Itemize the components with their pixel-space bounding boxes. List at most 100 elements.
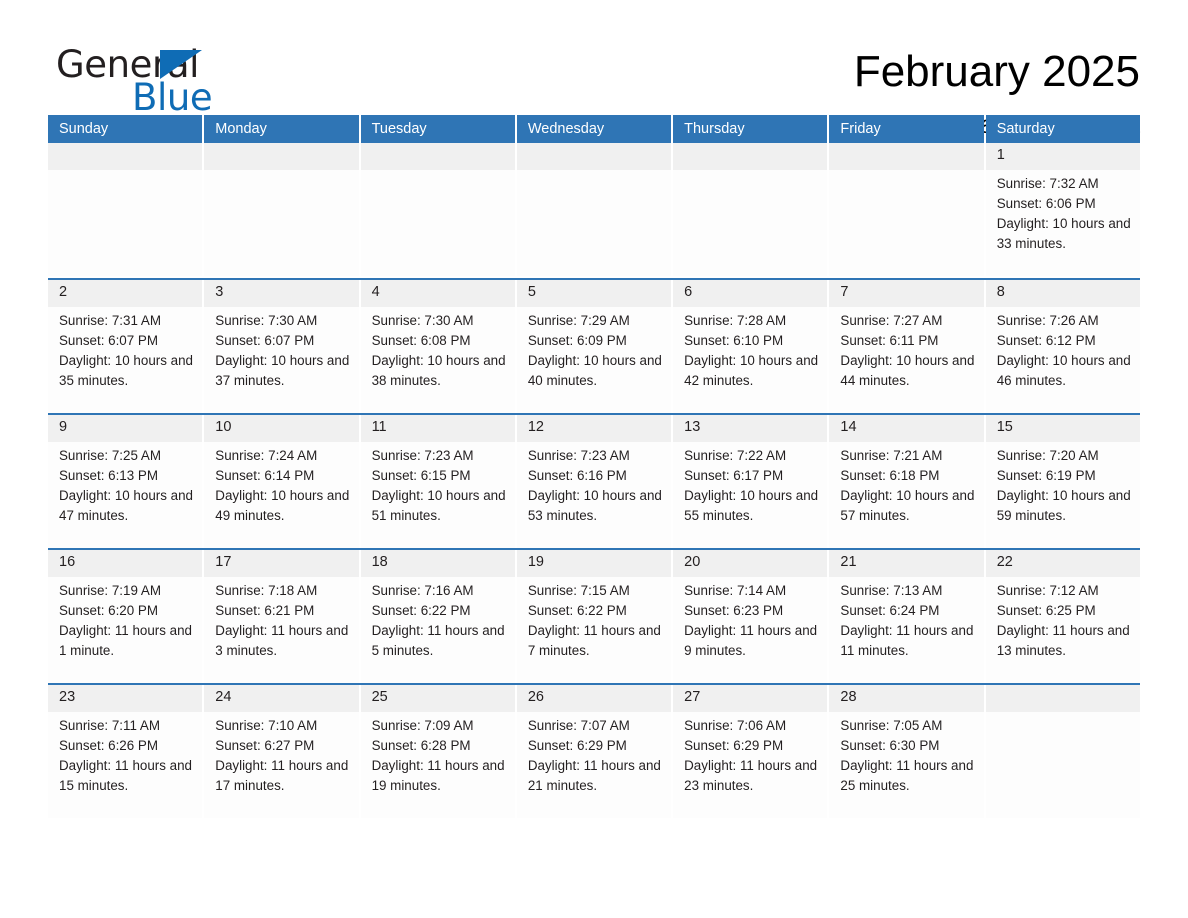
day-details: Sunrise: 7:28 AM Sunset: 6:10 PM Daylight:…	[673, 307, 827, 391]
day-cell-empty	[48, 143, 203, 276]
day-number: 22	[985, 550, 1140, 577]
sunrise-text: Sunrise: 7:12 AM	[996, 583, 1099, 598]
day-cell-empty	[673, 143, 828, 276]
sunset-text: Sunset: 6:19 PM	[996, 468, 1096, 483]
daylight-text: Daylight: 11 hours and 9 minutes.	[684, 623, 818, 658]
page-header: General Blue February 2025 Az Zabadani, …	[0, 0, 1188, 139]
day-cell[interactable]: 25 Sunrise: 7:09 AM Sunset: 6:28 PM Dayligh…	[360, 685, 515, 818]
sunrise-text: Sunrise: 7:11 AM	[59, 718, 160, 733]
day-cell[interactable]: 13 Sunrise: 7:22 AM Sunset: 6:17 PM Dayligh…	[673, 415, 828, 548]
day-cell[interactable]: 9 Sunrise: 7:25 AM Sunset: 6:13 PM Daylight…	[48, 415, 203, 548]
day-cell[interactable]: 3 Sunrise: 7:30 AM Sunset: 6:07 PM Daylight…	[204, 280, 359, 413]
day-cell[interactable]: 18 Sunrise: 7:16 AM Sunset: 6:22 PM Dayligh…	[360, 550, 515, 683]
day-cell[interactable]: 22 Sunrise: 7:12 AM Sunset: 6:25 PM Dayligh…	[985, 550, 1140, 683]
day-number: 9	[48, 415, 203, 442]
daylight-text: Daylight: 10 hours and 49 minutes.	[215, 488, 350, 523]
sunset-text: Sunset: 6:20 PM	[59, 603, 158, 618]
day-cell[interactable]: 4 Sunrise: 7:30 AM Sunset: 6:08 PM Daylight…	[360, 280, 515, 413]
day-details: Sunrise: 7:20 AM Sunset: 6:19 PM Daylight:…	[986, 442, 1140, 526]
day-cell[interactable]: 27 Sunrise: 7:06 AM Sunset: 6:29 PM Dayligh…	[673, 685, 828, 818]
day-cell[interactable]: 24 Sunrise: 7:10 AM Sunset: 6:27 PM Dayligh…	[204, 685, 359, 818]
day-number: 20	[673, 550, 828, 577]
day-number: 4	[360, 280, 515, 307]
day-number: 28	[829, 685, 984, 712]
sunset-text: Sunset: 6:26 PM	[59, 738, 158, 753]
day-details: Sunrise: 7:07 AM Sunset: 6:29 PM Daylight:…	[517, 712, 671, 796]
daylight-text: Daylight: 10 hours and 37 minutes.	[215, 353, 350, 388]
day-number: 23	[48, 685, 203, 712]
day-cell[interactable]: 14 Sunrise: 7:21 AM Sunset: 6:18 PM Dayligh…	[829, 415, 984, 548]
sunset-text: Sunset: 6:27 PM	[215, 738, 315, 753]
day-cell[interactable]: 12 Sunrise: 7:23 AM Sunset: 6:16 PM Dayligh…	[516, 415, 672, 548]
sunset-text: Sunset: 6:22 PM	[527, 603, 627, 618]
day-cell[interactable]: 23 Sunrise: 7:11 AM Sunset: 6:26 PM Dayligh…	[48, 685, 203, 818]
sunset-text: Sunset: 6:25 PM	[996, 603, 1096, 618]
day-cell-empty	[204, 143, 359, 276]
day-cell[interactable]: 19 Sunrise: 7:15 AM Sunset: 6:22 PM Dayligh…	[516, 550, 672, 683]
day-number: 21	[829, 550, 984, 577]
sunset-text: Sunset: 6:18 PM	[840, 468, 940, 483]
sunrise-text: Sunrise: 7:20 AM	[996, 448, 1099, 463]
page-title: February 2025	[853, 47, 1140, 96]
day-cell[interactable]: 15 Sunrise: 7:20 AM Sunset: 6:19 PM Dayligh…	[985, 415, 1140, 548]
day-number: 7	[829, 280, 984, 307]
day-details: Sunrise: 7:05 AM Sunset: 6:30 PM Daylight:…	[829, 712, 983, 796]
weekday-saturday: Saturday	[985, 115, 1140, 143]
daylight-text: Daylight: 10 hours and 53 minutes.	[527, 488, 662, 523]
daylight-text: Daylight: 11 hours and 25 minutes.	[840, 758, 974, 793]
sunrise-text: Sunrise: 7:21 AM	[840, 448, 943, 463]
day-cell[interactable]: 26 Sunrise: 7:07 AM Sunset: 6:29 PM Dayligh…	[516, 685, 672, 818]
sunset-text: Sunset: 6:29 PM	[527, 738, 627, 753]
day-details: Sunrise: 7:24 AM Sunset: 6:14 PM Daylight:…	[204, 442, 358, 526]
day-details: Sunrise: 7:26 AM Sunset: 6:12 PM Daylight:…	[986, 307, 1140, 391]
daylight-text: Daylight: 11 hours and 1 minute.	[59, 623, 192, 658]
day-cell[interactable]: 20 Sunrise: 7:14 AM Sunset: 6:23 PM Dayligh…	[673, 550, 828, 683]
sunrise-text: Sunrise: 7:27 AM	[840, 313, 943, 328]
day-cell[interactable]: 5 Sunrise: 7:29 AM Sunset: 6:09 PM Daylight…	[516, 280, 672, 413]
sunrise-text: Sunrise: 7:31 AM	[59, 313, 161, 328]
general-blue-logo[interactable]: General Blue	[56, 44, 316, 124]
daylight-text: Daylight: 11 hours and 11 minutes.	[840, 623, 974, 658]
sunrise-text: Sunrise: 7:07 AM	[527, 718, 630, 733]
day-cell[interactable]: 10 Sunrise: 7:24 AM Sunset: 6:14 PM Dayligh…	[204, 415, 359, 548]
sunset-text: Sunset: 6:06 PM	[996, 196, 1096, 211]
day-cell[interactable]: 7 Sunrise: 7:27 AM Sunset: 6:11 PM Daylight…	[829, 280, 984, 413]
day-number: 13	[673, 415, 828, 442]
day-details: Sunrise: 7:13 AM Sunset: 6:24 PM Daylight:…	[829, 577, 983, 661]
day-cell[interactable]: 2 Sunrise: 7:31 AM Sunset: 6:07 PM Daylight…	[48, 280, 203, 413]
day-cell[interactable]: 28 Sunrise: 7:05 AM Sunset: 6:30 PM Dayligh…	[829, 685, 984, 818]
day-cell[interactable]: 17 Sunrise: 7:18 AM Sunset: 6:21 PM Dayligh…	[204, 550, 359, 683]
sunset-text: Sunset: 6:09 PM	[527, 333, 627, 348]
day-number: 8	[985, 280, 1140, 307]
day-cell[interactable]: 1 Sunrise: 7:32 AM Sunset: 6:06 PM Daylight…	[985, 143, 1140, 276]
sunrise-text: Sunrise: 7:29 AM	[527, 313, 630, 328]
sunset-text: Sunset: 6:10 PM	[684, 333, 784, 348]
day-details: Sunrise: 7:10 AM Sunset: 6:27 PM Daylight:…	[204, 712, 358, 796]
day-cell[interactable]: 21 Sunrise: 7:13 AM Sunset: 6:24 PM Dayligh…	[829, 550, 984, 683]
day-number: 24	[204, 685, 359, 712]
daylight-text: Daylight: 10 hours and 55 minutes.	[684, 488, 819, 523]
sunrise-text: Sunrise: 7:23 AM	[527, 448, 630, 463]
day-cell[interactable]: 8 Sunrise: 7:26 AM Sunset: 6:12 PM Daylight…	[985, 280, 1140, 413]
sunrise-text: Sunrise: 7:26 AM	[996, 313, 1099, 328]
sunset-text: Sunset: 6:11 PM	[840, 333, 939, 348]
daylight-text: Daylight: 11 hours and 7 minutes.	[527, 623, 661, 658]
daylight-text: Daylight: 10 hours and 40 minutes.	[527, 353, 662, 388]
sunrise-text: Sunrise: 7:28 AM	[684, 313, 787, 328]
sunrise-text: Sunrise: 7:10 AM	[215, 718, 318, 733]
day-cell[interactable]: 11 Sunrise: 7:23 AM Sunset: 6:15 PM Dayligh…	[360, 415, 515, 548]
day-number: 3	[204, 280, 359, 307]
day-cell[interactable]: 16 Sunrise: 7:19 AM Sunset: 6:20 PM Dayligh…	[48, 550, 203, 683]
day-details: Sunrise: 7:14 AM Sunset: 6:23 PM Daylight:…	[673, 577, 827, 661]
day-number: 19	[516, 550, 672, 577]
sunset-text: Sunset: 6:22 PM	[371, 603, 471, 618]
day-details: Sunrise: 7:18 AM Sunset: 6:21 PM Daylight:…	[204, 577, 358, 661]
day-number: 18	[360, 550, 515, 577]
sunrise-text: Sunrise: 7:30 AM	[371, 313, 474, 328]
daylight-text: Daylight: 11 hours and 3 minutes.	[215, 623, 349, 658]
daylight-text: Daylight: 11 hours and 15 minutes.	[59, 758, 192, 793]
daylight-text: Daylight: 11 hours and 5 minutes.	[371, 623, 505, 658]
day-number: 10	[204, 415, 359, 442]
day-cell[interactable]: 6 Sunrise: 7:28 AM Sunset: 6:10 PM Daylight…	[673, 280, 828, 413]
sunset-text: Sunset: 6:07 PM	[59, 333, 158, 348]
